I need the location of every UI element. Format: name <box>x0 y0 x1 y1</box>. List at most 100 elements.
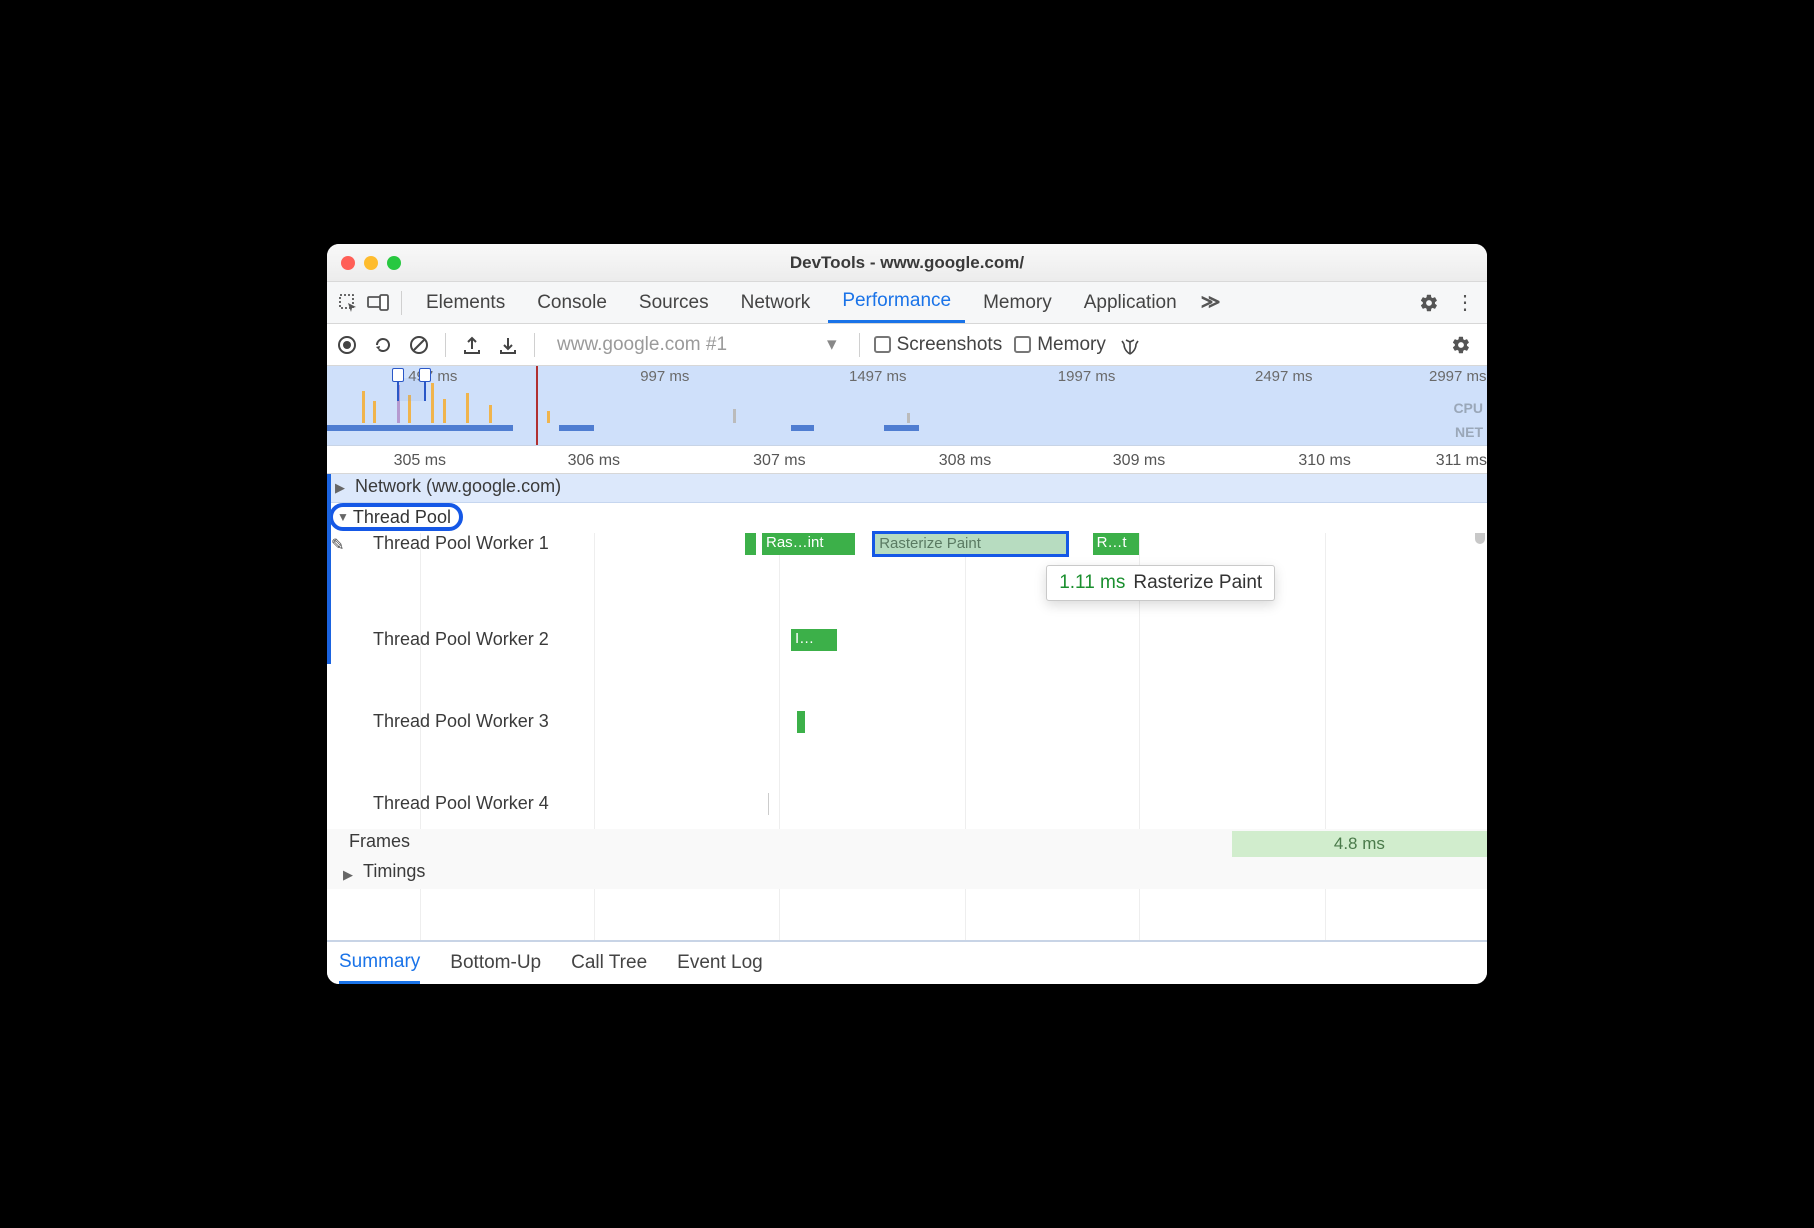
collect-garbage-button[interactable] <box>1118 333 1142 357</box>
cpu-activity <box>443 399 446 423</box>
memory-label: Memory <box>1037 334 1106 356</box>
chevron-right-icon: ▶ <box>343 867 353 883</box>
more-options-icon[interactable]: ⋮ <box>1451 290 1479 315</box>
tab-sources[interactable]: Sources <box>625 282 723 323</box>
clear-button[interactable] <box>407 333 431 357</box>
flame-block[interactable]: I… <box>791 629 837 651</box>
performance-toolbar: www.google.com #1 ▾ Screenshots Memory <box>327 324 1487 366</box>
device-toolbar-icon[interactable] <box>365 290 391 316</box>
timings-label: Timings <box>363 861 425 882</box>
window-title: DevTools - www.google.com/ <box>327 253 1487 273</box>
memory-checkbox[interactable]: Memory <box>1014 334 1106 356</box>
ruler-tick: 307 ms <box>753 452 805 470</box>
reload-record-button[interactable] <box>371 333 395 357</box>
network-section-header[interactable]: ▶ Network (ww.google.com) <box>327 474 1487 503</box>
cpu-activity <box>466 393 469 423</box>
cpu-activity <box>547 411 550 423</box>
brush-handle-right[interactable] <box>419 368 431 382</box>
tab-application[interactable]: Application <box>1070 282 1191 323</box>
tab-call-tree[interactable]: Call Tree <box>571 942 647 984</box>
inspect-element-icon[interactable] <box>335 290 361 316</box>
frames-row[interactable]: Frames 4.8 ms <box>327 829 1487 859</box>
frame-bar[interactable]: 4.8 ms <box>1232 831 1487 857</box>
chevron-right-icon: ▶ <box>335 480 345 496</box>
divider <box>401 291 402 315</box>
frames-label: Frames <box>349 831 410 852</box>
flame-block[interactable] <box>745 533 757 555</box>
chevron-down-icon: ▼ <box>337 510 349 524</box>
threadpool-label: Thread Pool <box>353 507 451 528</box>
overview-tick: 1497 ms <box>849 368 907 385</box>
ruler-tick: 308 ms <box>939 452 991 470</box>
settings-icon[interactable] <box>1419 293 1447 313</box>
profile-name: www.google.com #1 <box>557 334 727 356</box>
checkbox-icon <box>874 336 891 353</box>
tab-console[interactable]: Console <box>523 282 621 323</box>
upload-profile-button[interactable] <box>460 333 484 357</box>
overview-tick: 997 ms <box>640 368 689 385</box>
worker-row-1: ✎ Thread Pool Worker 1 Ras…int Rasterize… <box>327 533 1487 629</box>
tooltip-duration: 1.11 ms <box>1059 572 1125 594</box>
threadpool-highlight: ▼ Thread Pool <box>329 503 463 531</box>
flame-block[interactable] <box>797 711 805 733</box>
marker-line <box>536 366 538 445</box>
flame-tooltip: 1.11 ms Rasterize Paint <box>1046 565 1275 601</box>
tab-summary[interactable]: Summary <box>339 942 420 984</box>
checkbox-icon <box>1014 336 1031 353</box>
divider <box>534 333 535 357</box>
network-bar <box>791 425 814 431</box>
ruler-tick: 306 ms <box>568 452 620 470</box>
tabs-overflow-button[interactable]: ≫ <box>1195 291 1227 314</box>
brush-handle-left[interactable] <box>392 368 404 382</box>
flame-sliver <box>768 793 769 815</box>
time-ruler[interactable]: 305 ms 306 ms 307 ms 308 ms 309 ms 310 m… <box>327 446 1487 474</box>
cpu-activity <box>907 413 910 423</box>
cpu-activity <box>373 401 376 423</box>
cpu-activity <box>733 409 736 423</box>
overview-tick: 2497 ms <box>1255 368 1313 385</box>
network-bar <box>559 425 594 431</box>
divider <box>859 333 860 357</box>
worker-row-3: Thread Pool Worker 3 <box>327 711 1487 793</box>
profile-selector[interactable]: www.google.com #1 ▾ <box>549 333 845 356</box>
devtools-window: DevTools - www.google.com/ Elements Cons… <box>327 244 1487 984</box>
tab-event-log[interactable]: Event Log <box>677 942 763 984</box>
screenshots-checkbox[interactable]: Screenshots <box>874 334 1003 356</box>
ruler-tick: 311 ms <box>1436 452 1487 470</box>
cpu-label: CPU <box>1453 400 1483 416</box>
capture-settings-icon[interactable] <box>1451 335 1479 355</box>
tab-performance[interactable]: Performance <box>828 282 965 323</box>
flame-block[interactable]: R…t <box>1093 533 1139 555</box>
ruler-tick: 310 ms <box>1298 452 1350 470</box>
frame-duration: 4.8 ms <box>1334 834 1385 854</box>
network-bar <box>884 425 919 431</box>
timings-row[interactable]: ▶ Timings <box>327 859 1487 889</box>
details-tab-bar: Summary Bottom-Up Call Tree Event Log <box>327 940 1487 984</box>
tab-network[interactable]: Network <box>727 282 825 323</box>
net-label: NET <box>1455 424 1483 440</box>
tab-bottom-up[interactable]: Bottom-Up <box>450 942 541 984</box>
overview-tick: 1997 ms <box>1058 368 1116 385</box>
tab-elements[interactable]: Elements <box>412 282 519 323</box>
download-profile-button[interactable] <box>496 333 520 357</box>
cpu-activity <box>489 405 492 423</box>
flame-block[interactable]: Ras…int <box>762 533 855 555</box>
worker-row-2: Thread Pool Worker 2 I… <box>327 629 1487 711</box>
ruler-tick: 305 ms <box>394 452 446 470</box>
timeline-overview[interactable]: 497 ms 997 ms 1497 ms 1997 ms 2497 ms 29… <box>327 366 1487 446</box>
flamechart[interactable]: ▶ Network (ww.google.com) ▼ Thread Pool … <box>327 474 1487 940</box>
threadpool-section-header[interactable]: ▼ Thread Pool <box>327 503 1487 533</box>
screenshots-label: Screenshots <box>897 334 1003 356</box>
cpu-activity <box>431 383 434 423</box>
network-label: Network (ww.google.com) <box>355 476 561 497</box>
overview-brush[interactable] <box>397 378 426 401</box>
ruler-tick: 309 ms <box>1113 452 1165 470</box>
record-button[interactable] <box>335 333 359 357</box>
flame-block-selected[interactable]: Rasterize Paint <box>872 531 1069 557</box>
main-tab-bar: Elements Console Sources Network Perform… <box>327 282 1487 324</box>
divider <box>445 333 446 357</box>
tab-memory[interactable]: Memory <box>969 282 1066 323</box>
chevron-down-icon: ▾ <box>827 333 837 356</box>
worker-row-4: Thread Pool Worker 4 <box>327 793 1487 829</box>
network-bar <box>327 425 513 431</box>
